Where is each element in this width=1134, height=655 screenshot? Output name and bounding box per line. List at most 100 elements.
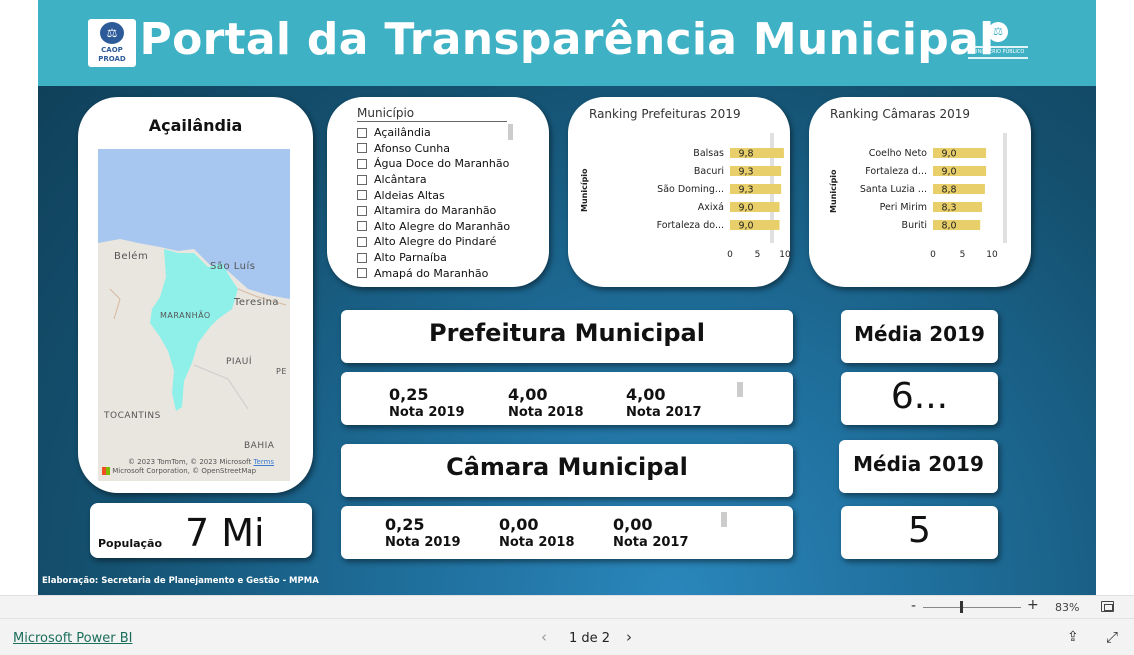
x-tick-label: 0 [930,250,936,260]
slicer-item-label: Afonso Cunha [374,141,451,155]
data-label: 9,0 [738,203,753,214]
left-gutter [0,0,38,595]
data-label: 9,3 [738,185,753,196]
camara-note-2017: 0,00 Nota 2017 [613,515,689,550]
seal-icon: ⚖ [988,22,1008,42]
category-label: Bacuri [694,166,724,177]
map-label-belem: Belém [114,251,149,262]
ranking-camaras-card: Ranking Câmaras 2019 Município Coelho Ne… [809,97,1031,287]
checkbox-icon[interactable] [357,143,367,154]
zoom-slider-track[interactable] [923,607,1021,608]
map-credit-line2: Corporation, © OpenStreetMap [146,467,257,475]
note-value: 0,00 [613,515,653,534]
municipio-slicer: Município Açailândia Afonso Cunha Água Doc… [327,97,549,287]
bar[interactable] [933,202,982,212]
slicer-item[interactable]: Açailândia [357,125,510,141]
map-visual[interactable]: Belém São Luís Teresina MARANHÃO PIAUÍ P… [98,149,290,481]
share-icon[interactable]: ⇪ [1067,629,1079,645]
page-title: Portal da Transparência Municipal [139,14,995,65]
note-value: 0,25 [389,385,429,404]
checkbox-icon[interactable] [357,127,367,138]
note-value: 0,25 [385,515,425,534]
map-credit-brand: Microsoft [112,467,145,475]
slicer-item[interactable]: Alcântara [357,172,510,188]
category-label: São Doming... [657,184,724,195]
note-value: 4,00 [626,385,666,404]
power-bi-link[interactable]: Microsoft Power BI [13,631,132,646]
prefeitura-note-2018: 4,00 Nota 2018 [508,385,584,420]
slicer-title: Município [357,106,507,122]
slicer-item[interactable]: Alto Alegre do Pindaré [357,234,510,250]
prefeitura-media-value: 6... [890,376,949,417]
fullscreen-icon[interactable]: ⤢ [1106,628,1118,646]
slicer-item[interactable]: Altamira do Maranhão [357,203,510,219]
prefeitura-title: Prefeitura Municipal [429,319,705,347]
note-label: Nota 2019 [385,535,461,550]
ministerio-publico-logo: ⚖ MINISTÉRIO PÚBLICO [968,22,1028,62]
prefeitura-media-card: Média 2019 [841,310,998,363]
prefeitura-notes-scrollbar[interactable] [737,382,743,397]
note-label: Nota 2018 [499,535,575,550]
category-label: Fortaleza do... [657,220,724,231]
slicer-item-label: Água Doce do Maranhão [374,157,510,171]
footer-bar: Microsoft Power BI ‹ 1 de 2 › ⇪ ⤢ [0,618,1134,655]
checkbox-icon[interactable] [357,190,367,201]
prefeitura-media-value-card: 6... [841,372,998,425]
slicer-item-label: Altamira do Maranhão [374,204,497,218]
camara-notes-scrollbar[interactable] [721,512,727,527]
camara-media-title: Média 2019 [853,452,984,476]
zoom-slider-thumb[interactable] [960,601,963,613]
map-terms-link[interactable]: Terms [253,458,274,466]
x-tick-label: 10 [779,250,790,260]
bar[interactable] [730,220,780,230]
right-gutter [1096,0,1134,595]
note-label: Nota 2017 [626,405,702,420]
note-label: Nota 2017 [613,535,689,550]
previous-page-button[interactable]: ‹ [541,628,547,646]
slicer-item[interactable]: Afonso Cunha [357,141,510,157]
zoom-in-button[interactable]: + [1027,597,1039,613]
slicer-item-label: Amapá do Maranhão [374,266,489,280]
category-label: Peri Mirim [880,202,927,213]
data-label: 8,8 [941,185,956,196]
slicer-item-label: Alcântara [374,173,427,187]
data-label: 9,0 [941,167,956,178]
selected-city: Açailândia [148,116,243,135]
fit-to-page-icon[interactable] [1101,601,1114,612]
next-page-button[interactable]: › [626,628,632,646]
ranking-camaras-chart: Coelho Neto 9,0 Fortaleza d... 9,0 Santa Luz… [860,148,998,260]
prefeitura-note-2017: 4,00 Nota 2017 [626,385,702,420]
report-canvas: ⚖ CAOP PROAD Portal da Transparência Mun… [38,0,1096,595]
note-value: 4,00 [508,385,548,404]
checkbox-icon[interactable] [357,221,367,232]
data-label: 9,3 [738,167,753,178]
category-label: Fortaleza d... [865,166,927,177]
slicer-item[interactable]: Alto Parnaíba [357,250,510,266]
camara-title: Câmara Municipal [446,453,688,481]
map-label-tocantins: TOCANTINS [104,411,161,421]
map-label-pe: PE [276,367,287,376]
slicer-item-label: Alto Alegre do Maranhão [374,219,511,233]
checkbox-icon[interactable] [357,236,367,247]
data-label: 8,0 [941,221,956,232]
camara-title-card: Câmara Municipal [341,444,793,497]
map-label-sao-luis: São Luís [210,261,256,272]
bar[interactable] [730,202,780,212]
checkbox-icon[interactable] [357,252,367,263]
category-label: Santa Luzia ... [860,184,927,195]
zoom-out-button[interactable]: - [911,598,916,614]
note-label: Nota 2019 [389,405,465,420]
map-label-piaui: PIAUÍ [226,357,252,367]
checkbox-icon[interactable] [357,205,367,216]
slicer-item[interactable]: Alto Alegre do Maranhão [357,219,510,235]
checkbox-icon[interactable] [357,268,367,279]
data-label: 9,0 [738,221,753,232]
ranking-prefeituras-chart: Balsas 9,8 Bacuri 9,3 São Doming... 9,3 Axixá 9… [657,148,790,260]
slicer-list: Açailândia Afonso Cunha Água Doce do Maran… [357,125,510,281]
slicer-item[interactable]: Amapá do Maranhão [357,265,510,281]
slicer-item[interactable]: Aldeias Altas [357,187,510,203]
slicer-item[interactable]: Água Doce do Maranhão [357,156,510,172]
checkbox-icon[interactable] [357,158,367,169]
bar[interactable] [933,220,981,230]
checkbox-icon[interactable] [357,174,367,185]
